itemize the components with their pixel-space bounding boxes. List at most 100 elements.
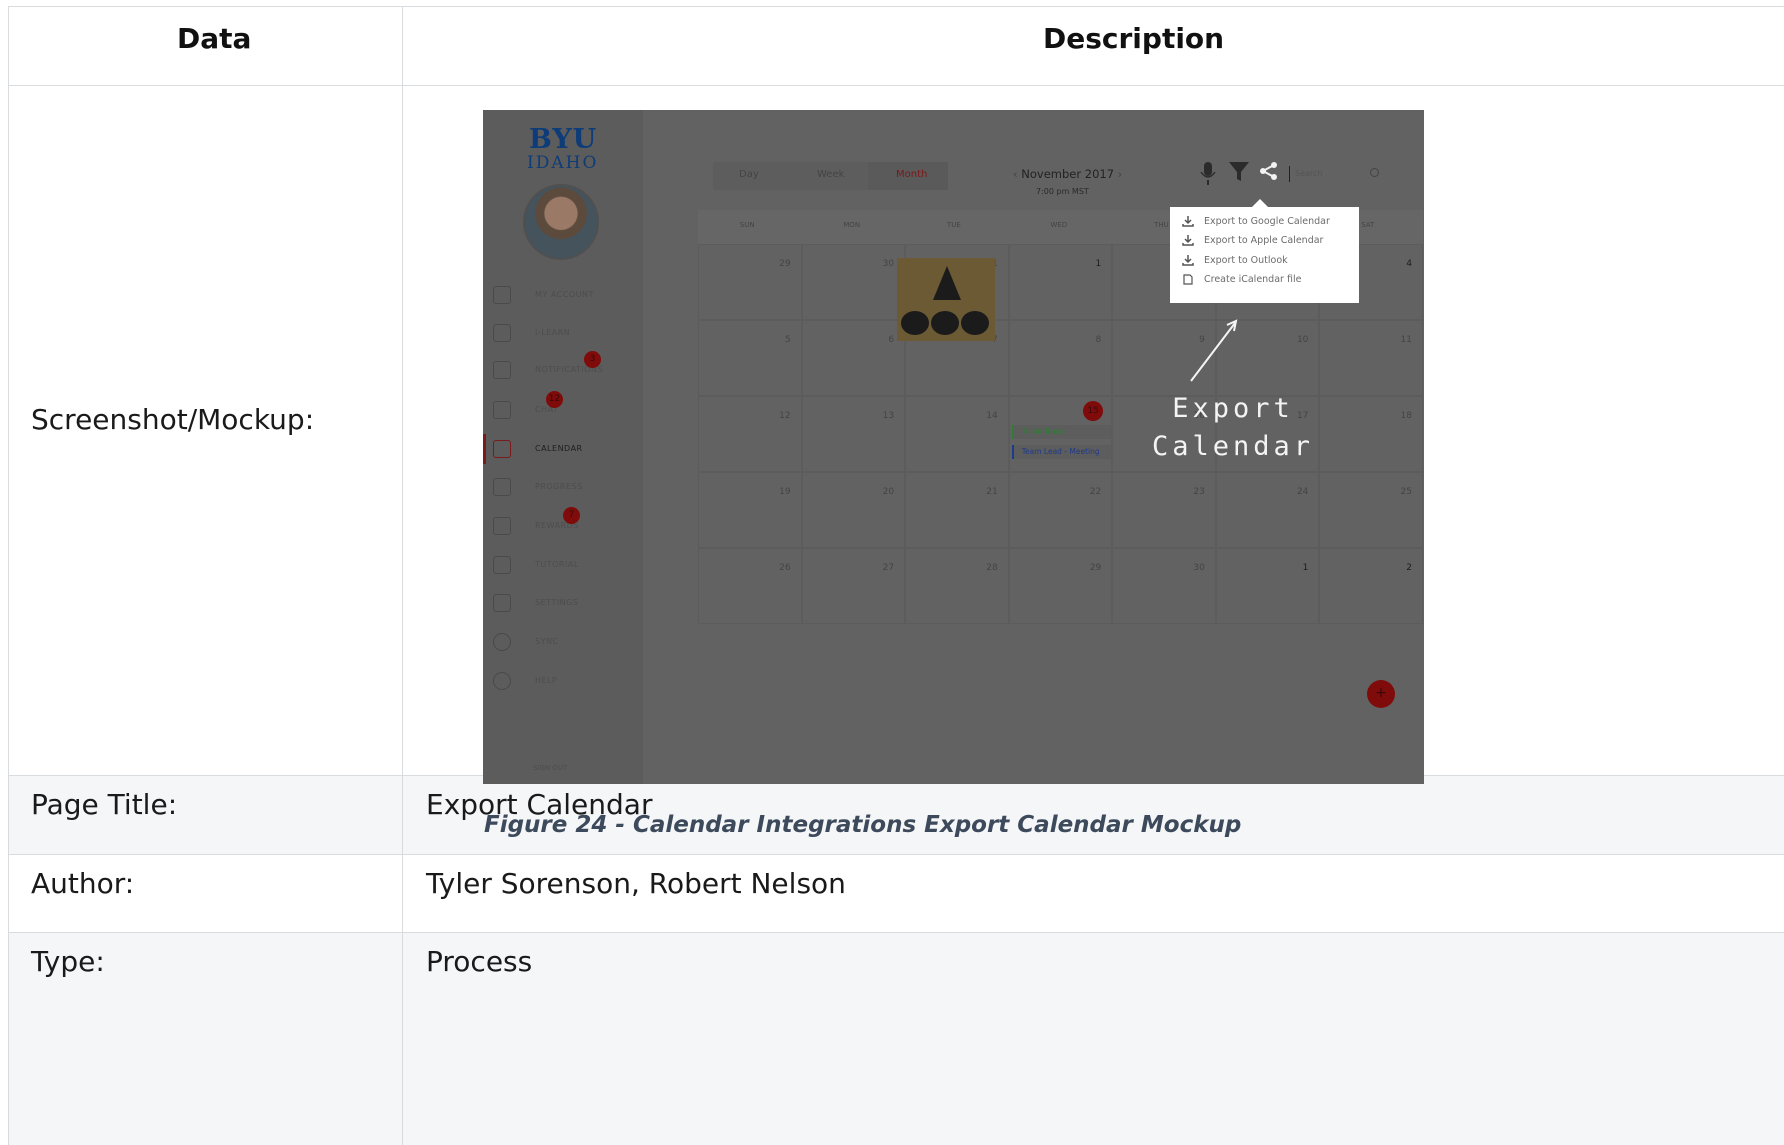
sidebar-item-label: SETTINGS: [535, 598, 579, 607]
microphone-icon: [1200, 162, 1216, 185]
tab-week: Week: [817, 169, 845, 180]
sidebar-item-my-account: MY ACCOUNT: [493, 286, 643, 308]
calendar-day-cell: 5: [698, 320, 802, 396]
sidebar-item-progress: PROGRESS: [493, 478, 643, 500]
chevron-right-icon: ›: [1114, 167, 1123, 181]
menu-item-outlook: Export to Outlook: [1182, 253, 1352, 269]
calendar-day-cell: 30: [1112, 548, 1216, 624]
menu-item-icalendar: Create iCalendar file: [1182, 272, 1352, 288]
day-number: 18: [1400, 411, 1412, 421]
calendar-day-cell: 24: [1215, 472, 1320, 548]
row-label-screenshot: Screenshot/Mockup:: [31, 403, 315, 436]
month-label: ‹ November 2017 ›: [1013, 167, 1122, 181]
calendar-day-cell: 25: [1319, 472, 1423, 548]
day-number: 30: [882, 259, 895, 269]
calendar-day-cell: 30: [801, 244, 906, 320]
day-number: 14: [986, 411, 998, 421]
calendar-day-cell: 8: [1008, 320, 1113, 396]
day-number: 5: [784, 335, 791, 345]
calendar-day-cell: 14: [905, 396, 1009, 472]
notification-badge: 7: [563, 507, 580, 524]
header-description: Description: [1043, 22, 1225, 55]
menu-item-label: Export to Apple Calendar: [1204, 235, 1324, 246]
avatar: [523, 184, 599, 260]
table-row-author: [8, 854, 1784, 932]
sign-out-link: SIGN OUT: [533, 764, 568, 772]
day-number: 30: [1193, 563, 1205, 573]
sidebar-item-label: PROGRESS: [535, 482, 583, 491]
day-number: 8: [1095, 335, 1102, 345]
annotation-line-1: Export: [1172, 393, 1294, 424]
annotation-arrow: [1190, 319, 1238, 382]
day-number: 24: [1296, 487, 1309, 497]
time-label: 7:00 pm MST: [1036, 187, 1089, 196]
filter-icon: [1229, 162, 1249, 181]
file-icon: [1183, 274, 1193, 285]
menu-item-label: Export to Outlook: [1204, 255, 1288, 266]
download-icon: [1182, 255, 1194, 266]
calendar-day-cell: 26: [698, 548, 802, 624]
notification-badge: 12: [546, 391, 563, 408]
day-number: 23: [1193, 487, 1205, 497]
weekday-label: THU: [1154, 221, 1169, 229]
calendar-day-cell: 29: [1008, 548, 1113, 624]
sidebar-item-rewards: REWARDS 7: [493, 507, 643, 539]
day-number: 29: [779, 259, 791, 269]
table-header-row: [8, 6, 1784, 85]
weekday-label: SAT: [1361, 221, 1375, 229]
row-label-author: Author:: [31, 867, 135, 900]
calendar-icon: [493, 440, 511, 458]
sidebar-item-settings: SETTINGS: [493, 594, 643, 616]
home-icon: [493, 324, 511, 342]
chart-icon: [493, 478, 511, 496]
sidebar-item-label: I-LEARN: [535, 328, 571, 337]
mockup-sidebar: BYU IDAHO MY ACCOUNT I-LEARN NOTIFICATIONS…: [483, 110, 643, 784]
sidebar-item-label: CALENDAR: [535, 444, 583, 453]
day-number: 28: [986, 563, 998, 573]
tab-month: Month: [896, 169, 928, 180]
day-number: 12: [779, 411, 791, 421]
day-number: 27: [882, 563, 895, 573]
share-icon: [1260, 162, 1277, 180]
byu-logo: BYU: [529, 124, 598, 155]
sync-icon: [493, 633, 511, 651]
day-number: 22: [1089, 487, 1102, 497]
day-number: 6: [888, 335, 895, 345]
calendar-day-cell: 2: [1319, 548, 1423, 624]
day-number: 21: [986, 487, 998, 497]
notification-badge: 3: [584, 351, 601, 368]
day-number: 11: [1400, 335, 1412, 345]
user-icon: [493, 286, 511, 304]
mail-icon: [493, 361, 511, 379]
sidebar-item-calendar: CALENDAR: [483, 434, 643, 464]
calendar-event: Triple Trade: [1011, 425, 1112, 439]
sidebar-item-label: SYNC: [535, 637, 559, 646]
view-tabs: Day Week Month: [713, 162, 948, 190]
day-number: 1: [1095, 259, 1102, 269]
day-number: 29: [1089, 563, 1102, 573]
day-number: 4: [1406, 259, 1412, 269]
calendar-event: Team Lead - Meeting: [1011, 445, 1112, 459]
calendar-day-cell: 19: [698, 472, 802, 548]
menu-item-apple: Export to Apple Calendar: [1182, 233, 1352, 249]
calendar-day-cell: 12: [698, 396, 802, 472]
menu-item-google: Export to Google Calendar: [1182, 214, 1352, 230]
sidebar-item-tutorial: TUTORIAL: [493, 556, 643, 578]
sidebar-item-label: TUTORIAL: [535, 560, 579, 569]
calendar-day-cell: 21: [905, 472, 1009, 548]
calendar-mockup-image: BYU IDAHO MY ACCOUNT I-LEARN NOTIFICATIONS…: [483, 110, 1424, 784]
sidebar-item-notifications: NOTIFICATIONS 3: [493, 351, 643, 383]
search-placeholder: Search: [1295, 169, 1323, 178]
month-text: November 2017: [1021, 167, 1115, 181]
row-value-type: Process: [426, 945, 533, 978]
search-input: Search: [1289, 166, 1380, 182]
day-number: 1: [1302, 563, 1309, 573]
menu-item-label: Export to Google Calendar: [1204, 216, 1330, 227]
day-number: 10: [1296, 335, 1309, 345]
sidebar-item-help: HELP: [493, 672, 643, 694]
weekday-label: SUN: [739, 221, 755, 229]
trophy-icon: [493, 517, 511, 535]
row-label-page-title: Page Title:: [31, 788, 178, 821]
weekday-label: MON: [843, 221, 861, 229]
row-label-type: Type:: [31, 945, 105, 978]
